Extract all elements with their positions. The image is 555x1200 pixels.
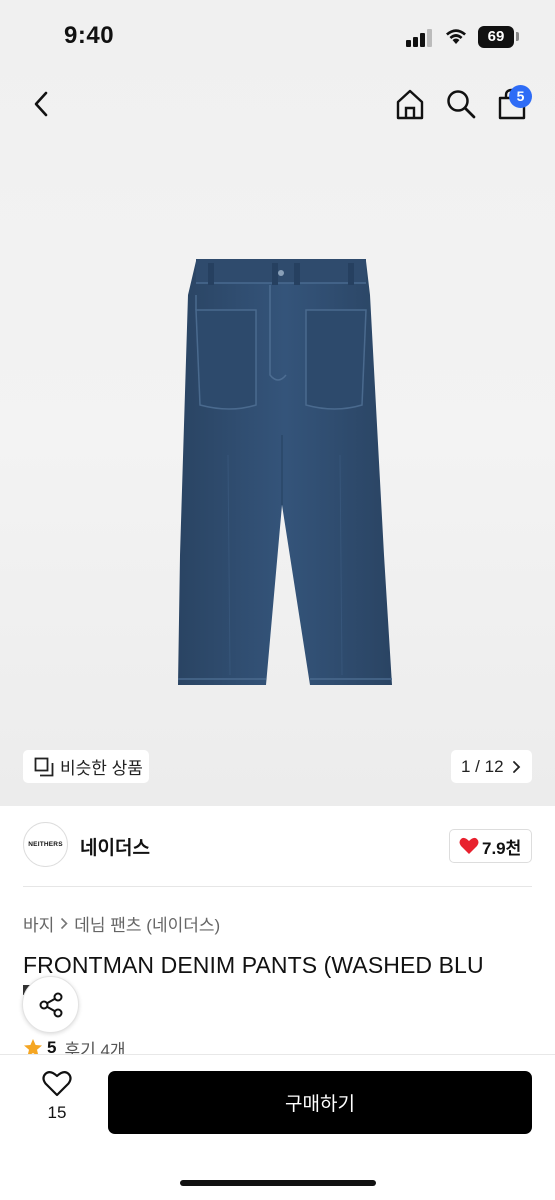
brand-logo[interactable]: NEITHERS <box>23 822 68 867</box>
back-button[interactable] <box>24 86 58 122</box>
home-icon <box>396 89 424 120</box>
home-indicator <box>180 1180 376 1186</box>
brand-like-button[interactable]: 7.9천 <box>449 829 532 863</box>
cellular-signal-icon <box>406 29 434 47</box>
brand-row[interactable]: NEITHERS 네이더스 7.9천 <box>23 822 532 868</box>
home-button[interactable] <box>392 86 428 122</box>
chevron-right-icon <box>512 760 520 773</box>
divider <box>23 886 532 887</box>
brand-like-count: 7.9천 <box>482 838 522 858</box>
battery-tip <box>516 32 519 41</box>
wifi-icon <box>446 29 466 44</box>
breadcrumb: 바지 데님 팬츠 (네이더스) <box>23 911 220 936</box>
wishlist-count: 15 <box>47 1103 67 1122</box>
status-bar: 9:40 69 <box>0 0 555 76</box>
share-icon <box>39 992 62 1017</box>
image-pager-text: 1 / 12 <box>461 756 504 776</box>
status-time: 9:40 <box>64 22 115 49</box>
battery-icon: 69 <box>478 26 514 48</box>
heart-filled-icon <box>459 837 479 854</box>
product-image[interactable] <box>170 255 392 690</box>
similar-products-button[interactable]: 비슷한 상품 <box>23 750 149 783</box>
breadcrumb-category[interactable]: 바지 <box>23 911 54 936</box>
image-pager[interactable]: 1 / 12 <box>451 750 532 783</box>
heart-outline-icon <box>42 1070 72 1097</box>
buy-button[interactable]: 구매하기 <box>108 1071 532 1134</box>
wishlist-button[interactable]: 15 <box>36 1070 78 1132</box>
cart-count-badge: 5 <box>509 85 532 108</box>
similar-items-icon <box>34 757 54 776</box>
search-button[interactable] <box>443 86 479 122</box>
chevron-left-icon <box>34 91 48 117</box>
search-icon <box>447 90 476 119</box>
similar-products-label: 비슷한 상품 <box>60 759 143 778</box>
product-title: FRONTMAN DENIM PANTS (WASHED BLU <box>23 952 484 978</box>
breadcrumb-subcategory[interactable]: 데님 팬츠 (네이더스) <box>74 911 220 936</box>
chevron-right-icon <box>61 917 68 930</box>
brand-name[interactable]: 네이더스 <box>80 833 150 860</box>
share-button[interactable] <box>22 976 79 1033</box>
